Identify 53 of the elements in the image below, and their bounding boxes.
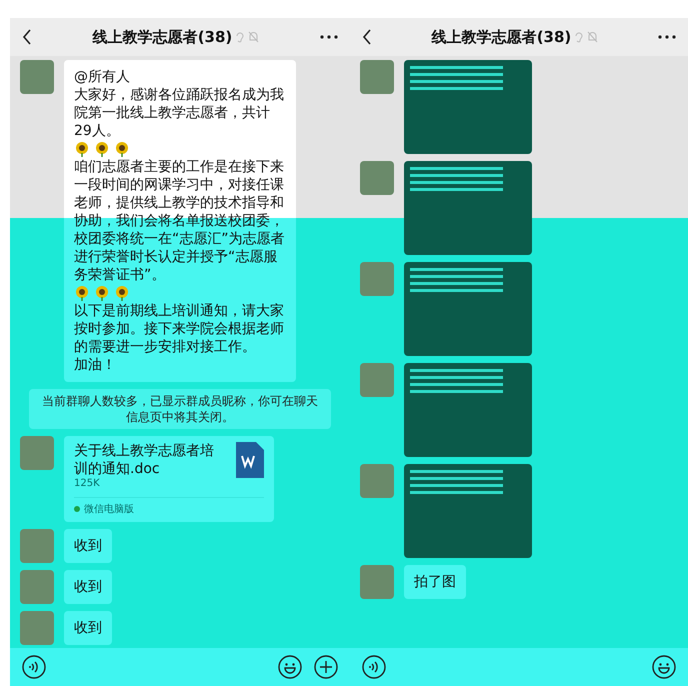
muted-bell-icon: [587, 31, 598, 43]
plus-icon[interactable]: [314, 655, 338, 679]
file-source: 微信电脑版: [84, 502, 134, 516]
avatar-placeholder: [360, 161, 394, 195]
more-icon[interactable]: [320, 35, 338, 39]
message-text: 咱们志愿者主要的工作是在接下来一段时间的网课学习中，对接任课老师，提供线上教学的技术指导和协助，我们会将名单报送校团委，校团委将统一在“志愿汇”为志愿者进行荣誉时长认定并授予“志愿服务荣誉证书”。: [74, 158, 286, 284]
avatar-placeholder: [360, 464, 394, 498]
sunflower-icon: [114, 141, 130, 157]
emoji-icon[interactable]: [652, 655, 676, 679]
message-text: @所有人: [74, 68, 131, 86]
avatar-placeholder: [20, 529, 54, 563]
word-document-icon: [236, 442, 264, 478]
avatar-placeholder: [20, 436, 54, 470]
more-icon[interactable]: [658, 35, 676, 39]
file-name: 关于线上教学志愿者培训的通知.doc: [74, 442, 215, 478]
photo-placeholder[interactable]: [404, 161, 532, 255]
sunflower-icon: [114, 285, 130, 301]
avatar-placeholder: [360, 363, 394, 397]
file-card[interactable]: 关于线上教学志愿者培训的通知.doc 125K 微信电脑版: [64, 436, 274, 522]
emoji-icon[interactable]: [278, 655, 302, 679]
chat-title: 线上教学志愿者(38): [432, 28, 572, 46]
avatar-placeholder: [360, 262, 394, 296]
avatar-placeholder: [360, 60, 394, 94]
back-icon[interactable]: [362, 29, 372, 45]
sunflower-icon: [94, 285, 110, 301]
chat-title: 线上教学志愿者(38): [92, 28, 232, 46]
message-text: 大家好，感谢各位踊跃报名成为我院第一批线上教学志愿者，共计29人。: [74, 86, 285, 140]
sunflower-icon: [74, 141, 90, 157]
sunflower-icon: [74, 285, 90, 301]
muted-bell-icon: [248, 31, 260, 43]
photo-placeholder[interactable]: [404, 262, 532, 356]
avatar-placeholder: [20, 60, 54, 94]
system-notice: 当前群聊人数较多，已显示群成员昵称，你可在聊天信息页中将其关闭。: [29, 389, 331, 429]
file-size: 125K: [74, 478, 101, 489]
ear-icon: [235, 31, 246, 43]
back-icon[interactable]: [22, 29, 32, 45]
voice-icon[interactable]: [22, 655, 46, 679]
avatar-placeholder: [20, 570, 54, 604]
message-text: 收到: [74, 578, 102, 596]
message-text: 收到: [74, 619, 102, 637]
sunflower-icon: [94, 141, 110, 157]
avatar-placeholder: [20, 611, 54, 645]
avatar-placeholder: [360, 565, 394, 599]
photo-placeholder[interactable]: [404, 464, 532, 558]
message-text: 以下是前期线上培训通知，请大家按时参加。接下来学院会根据老师的需要进一步安排对接工作。: [74, 302, 285, 356]
photo-placeholder[interactable]: [404, 363, 532, 457]
message-text: 拍了图: [414, 573, 456, 591]
voice-icon[interactable]: [362, 655, 386, 679]
message-text: 收到: [74, 537, 102, 555]
photo-placeholder[interactable]: [404, 60, 532, 154]
ear-icon: [574, 31, 584, 43]
dot-icon: [74, 506, 80, 512]
message-text: 加油！: [74, 356, 117, 374]
